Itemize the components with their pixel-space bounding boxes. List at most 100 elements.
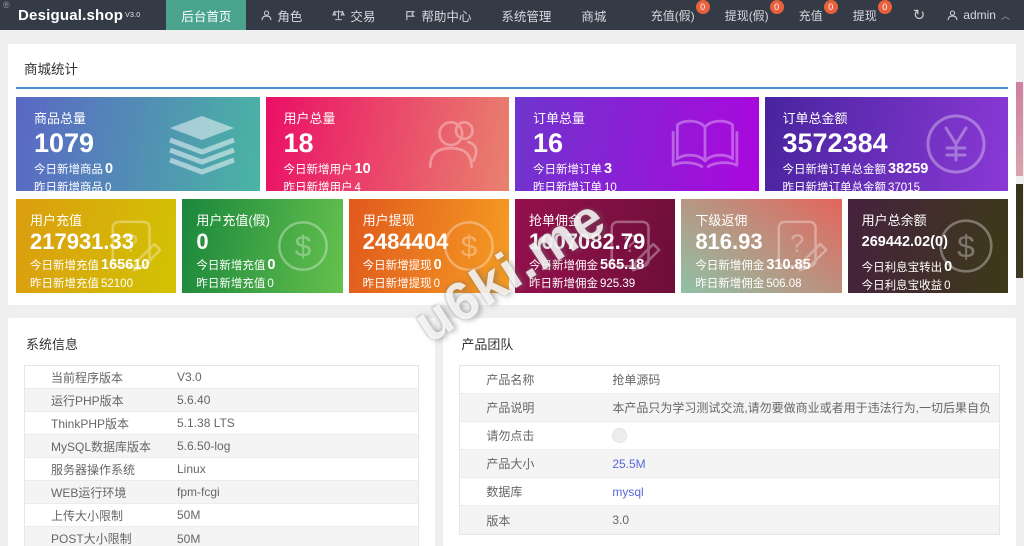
table-row: 产品名称 抢单源码: [460, 366, 999, 394]
nav-item-system[interactable]: 系统管理: [486, 0, 566, 30]
product-team-table: 产品名称 抢单源码 产品说明 本产品只为学习测试交流,请勿要做商业或者用于违法行为,…: [459, 365, 1000, 535]
nav-item-roles[interactable]: 角色: [246, 0, 317, 30]
panel-title: 产品团队: [461, 337, 514, 352]
cutoff-card-sliver-row2: [1016, 184, 1023, 278]
panel-title: 系统信息: [26, 337, 79, 352]
table-row: 数据库 mysql: [460, 478, 999, 506]
svg-text:$: $: [294, 231, 311, 264]
cutoff-card-sliver-row1: [1016, 82, 1023, 176]
panel-title: 商城统计: [16, 52, 1008, 89]
table-row: 运行PHP版本 5.6.40: [25, 389, 419, 412]
stat-card-orders-amount: 订单总金额 3572384 今日新增订单总金额 38259 昨日新增订单总金额 37…: [764, 97, 1008, 191]
stat-line-yesterday: 昨日新增佣金 506.08: [695, 278, 802, 291]
quick-label: 充值(假): [650, 8, 695, 23]
brand-version: V3.0: [125, 11, 141, 19]
nav-item-label: 交易: [350, 9, 376, 24]
badge-count: 0: [769, 0, 784, 14]
stat-line-yesterday: 今日利息宝收益 0: [861, 279, 951, 292]
stat-card-order-commission: 抢单佣金 1007082.79 今日新增佣金 565.18 昨日新增佣金 925.3…: [514, 199, 676, 293]
user-icon: [261, 9, 272, 20]
nav-item-dashboard[interactable]: 后台首页: [166, 0, 247, 30]
quick-recharge-fake[interactable]: 充值(假) 0: [650, 0, 710, 24]
stat-line-yesterday: 昨日新增提现 0: [362, 278, 441, 291]
stat-card-user-recharge: 用户充值 217931.33 今日新增充值 165610 昨日新增充值 52100 …: [16, 199, 177, 293]
hidden-link-icon[interactable]: [612, 428, 628, 444]
table-row: 版本 3.0: [460, 506, 999, 534]
product-size-link[interactable]: 25.5M: [612, 457, 999, 471]
quick-label: 提现: [852, 8, 877, 23]
badge-count: 0: [695, 0, 710, 14]
svg-text:$: $: [957, 228, 975, 264]
product-team-panel: 产品团队 产品名称 抢单源码 产品说明 本产品只为学习测试交流,请勿要做商业或者用于…: [443, 318, 1016, 546]
layers-icon: [168, 116, 235, 175]
quick-recharge[interactable]: 充值 0: [798, 0, 838, 24]
quick-withdraw-fake[interactable]: 提现(假) 0: [724, 0, 784, 24]
bottom-panels: 系统信息 当前程序版本 V3.0 运行PHP版本 5.6.40 ThinkPHP版本…: [8, 318, 1016, 546]
database-link[interactable]: mysql: [612, 485, 999, 499]
stat-line-yesterday: 昨日新增订单总金额 37015: [782, 182, 920, 191]
nav-item-label: 后台首页: [181, 9, 232, 24]
stat-card-user-balance: 用户总余额 269442.02(0) 今日利息宝转出 0 今日利息宝收益 0 $: [847, 199, 1008, 293]
brand-logo[interactable]: Desigual.shop V3.0: [18, 0, 140, 30]
table-row: 当前程序版本 V3.0: [25, 366, 419, 389]
stat-line-yesterday: 昨日新增用户 4: [283, 182, 361, 191]
badge-count: 0: [823, 0, 838, 14]
refresh-icon[interactable]: ↻: [913, 6, 926, 24]
nav-item-label: 商城: [581, 9, 607, 24]
chevron-up-icon: ︿: [1000, 10, 1010, 21]
nav-item-trade[interactable]: 交易: [317, 0, 390, 30]
users-icon: [428, 121, 478, 169]
stat-line-yesterday: 昨日新增订单 10: [533, 182, 617, 191]
table-row: 服务器操作系统 Linux: [25, 458, 419, 481]
stat-line-yesterday: 昨日新增充值 0: [196, 278, 274, 291]
nav-item-help-center[interactable]: 帮助中心: [390, 0, 486, 30]
question-edit-icon: ?: [610, 220, 661, 272]
user-icon: [947, 9, 958, 20]
stat-line-yesterday: 昨日新增佣金 925.39: [528, 278, 636, 291]
username: admin: [963, 8, 996, 22]
dollar-circle-icon: $: [444, 221, 494, 271]
quick-withdraw[interactable]: 提现 0: [852, 0, 892, 24]
table-row: WEB运行环境 fpm-fcgi: [25, 481, 419, 504]
stats-row-1: 商品总量 1079 今日新增商品 0 昨日新增商品 0 用户总量 18 今日新增用户…: [16, 97, 1008, 191]
mall-statistics-panel: 商城统计 商品总量 1079 今日新增商品 0 昨日新增商品 0 用户总量 18 今…: [8, 44, 1016, 305]
nav-item-label: 帮助中心: [421, 9, 472, 24]
flag-icon: [406, 10, 416, 20]
stat-card-products-total: 商品总量 1079 今日新增商品 0 昨日新增商品 0: [16, 97, 260, 191]
user-menu[interactable]: admin ︿: [947, 8, 1010, 22]
top-navbar: ® Desigual.shop V3.0 后台首页 角色 交易 帮助中心 系统管…: [0, 0, 1024, 30]
question-edit-icon: ?: [777, 220, 828, 272]
svg-text:?: ?: [623, 230, 637, 258]
dollar-circle-icon: $: [277, 221, 328, 271]
nav-item-label: 角色: [277, 9, 303, 24]
system-info-panel: 系统信息 当前程序版本 V3.0 运行PHP版本 5.6.40 ThinkPHP版本…: [8, 318, 436, 546]
stats-row-2: 用户充值 217931.33 今日新增充值 165610 昨日新增充值 52100 …: [16, 199, 1008, 293]
quick-label: 充值: [798, 8, 823, 23]
svg-text:$: $: [461, 231, 478, 264]
stat-card-user-withdraw: 用户提现 2484404 今日新增提现 0 昨日新增提现 0 $: [348, 199, 509, 293]
stat-card-users-total: 用户总量 18 今日新增用户 10 昨日新增用户 4: [265, 97, 509, 191]
dollar-circle-icon: $: [939, 219, 993, 273]
svg-text:?: ?: [124, 230, 138, 258]
table-row: 请勿点击: [460, 422, 999, 450]
stat-card-sub-rebate: 下级返佣 816.93 今日新增佣金 310.85 昨日新增佣金 506.08 ?: [681, 199, 842, 293]
question-edit-icon: ?: [111, 220, 162, 272]
registered-mark: ®: [3, 0, 10, 10]
quick-label: 提现(假): [724, 8, 769, 23]
badge-count: 0: [877, 0, 892, 14]
table-row: POST大小限制 50M: [25, 527, 419, 546]
stat-line-yesterday: 昨日新增商品 0: [34, 182, 112, 191]
table-row: ThinkPHP版本 5.1.38 LTS: [25, 412, 419, 435]
brand-name: Desigual.shop: [18, 6, 124, 24]
scale-icon: [332, 10, 346, 21]
yen-circle-icon: [926, 114, 986, 174]
stat-card-orders-total: 订单总量 16 今日新增订单 3 昨日新增订单 10: [515, 97, 759, 191]
book-icon: [671, 119, 738, 169]
nav-item-mall[interactable]: 商城: [566, 0, 621, 30]
table-row: 产品说明 本产品只为学习测试交流,请勿要做商业或者用于违法行为,一切后果自负: [460, 394, 999, 422]
navbar-right: 充值(假) 0 提现(假) 0 充值 0 提现 0 ↻ admin ︿: [651, 0, 1024, 30]
table-row: 产品大小 25.5M: [460, 450, 999, 478]
svg-text:?: ?: [790, 230, 804, 258]
nav-item-label: 系统管理: [501, 9, 552, 24]
stat-line-yesterday: 昨日新增充值 52100: [30, 278, 133, 291]
